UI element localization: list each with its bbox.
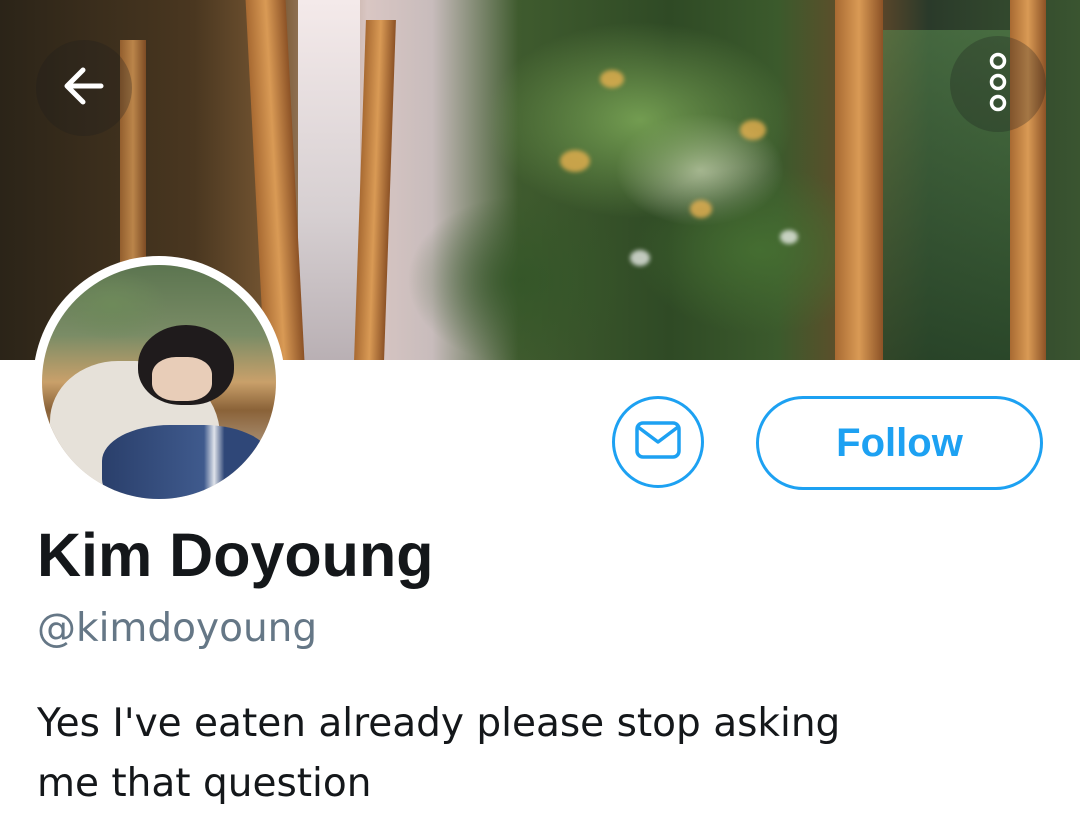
back-button[interactable] [36,40,132,136]
message-button[interactable] [612,396,704,488]
profile-bio: Yes I've eaten already please stop askin… [37,701,841,806]
banner-window-pane [298,0,360,360]
more-options-button[interactable] [950,36,1046,132]
banner-foliage [690,200,712,218]
profile-display-name: Kim Doyoung [37,521,434,589]
banner-foliage [560,150,590,172]
banner-window-frame [354,20,396,360]
profile-handle: @kimdoyoung [37,606,318,651]
banner-foliage [630,250,650,266]
profile-page: Follow Kim Doyoung @kimdoyoung Yes I've … [0,0,1080,822]
envelope-icon [634,420,682,465]
banner-window-frame [835,0,883,360]
avatar-photo-detail [152,357,212,401]
profile-avatar[interactable] [33,256,285,508]
avatar-photo [42,265,276,499]
more-vertical-icon [983,51,1013,118]
banner-foliage [740,120,766,140]
arrow-left-icon [57,59,111,118]
follow-button[interactable]: Follow [756,396,1043,490]
banner-foliage [780,230,798,244]
banner-foliage [600,70,624,88]
avatar-photo-detail [102,425,272,499]
